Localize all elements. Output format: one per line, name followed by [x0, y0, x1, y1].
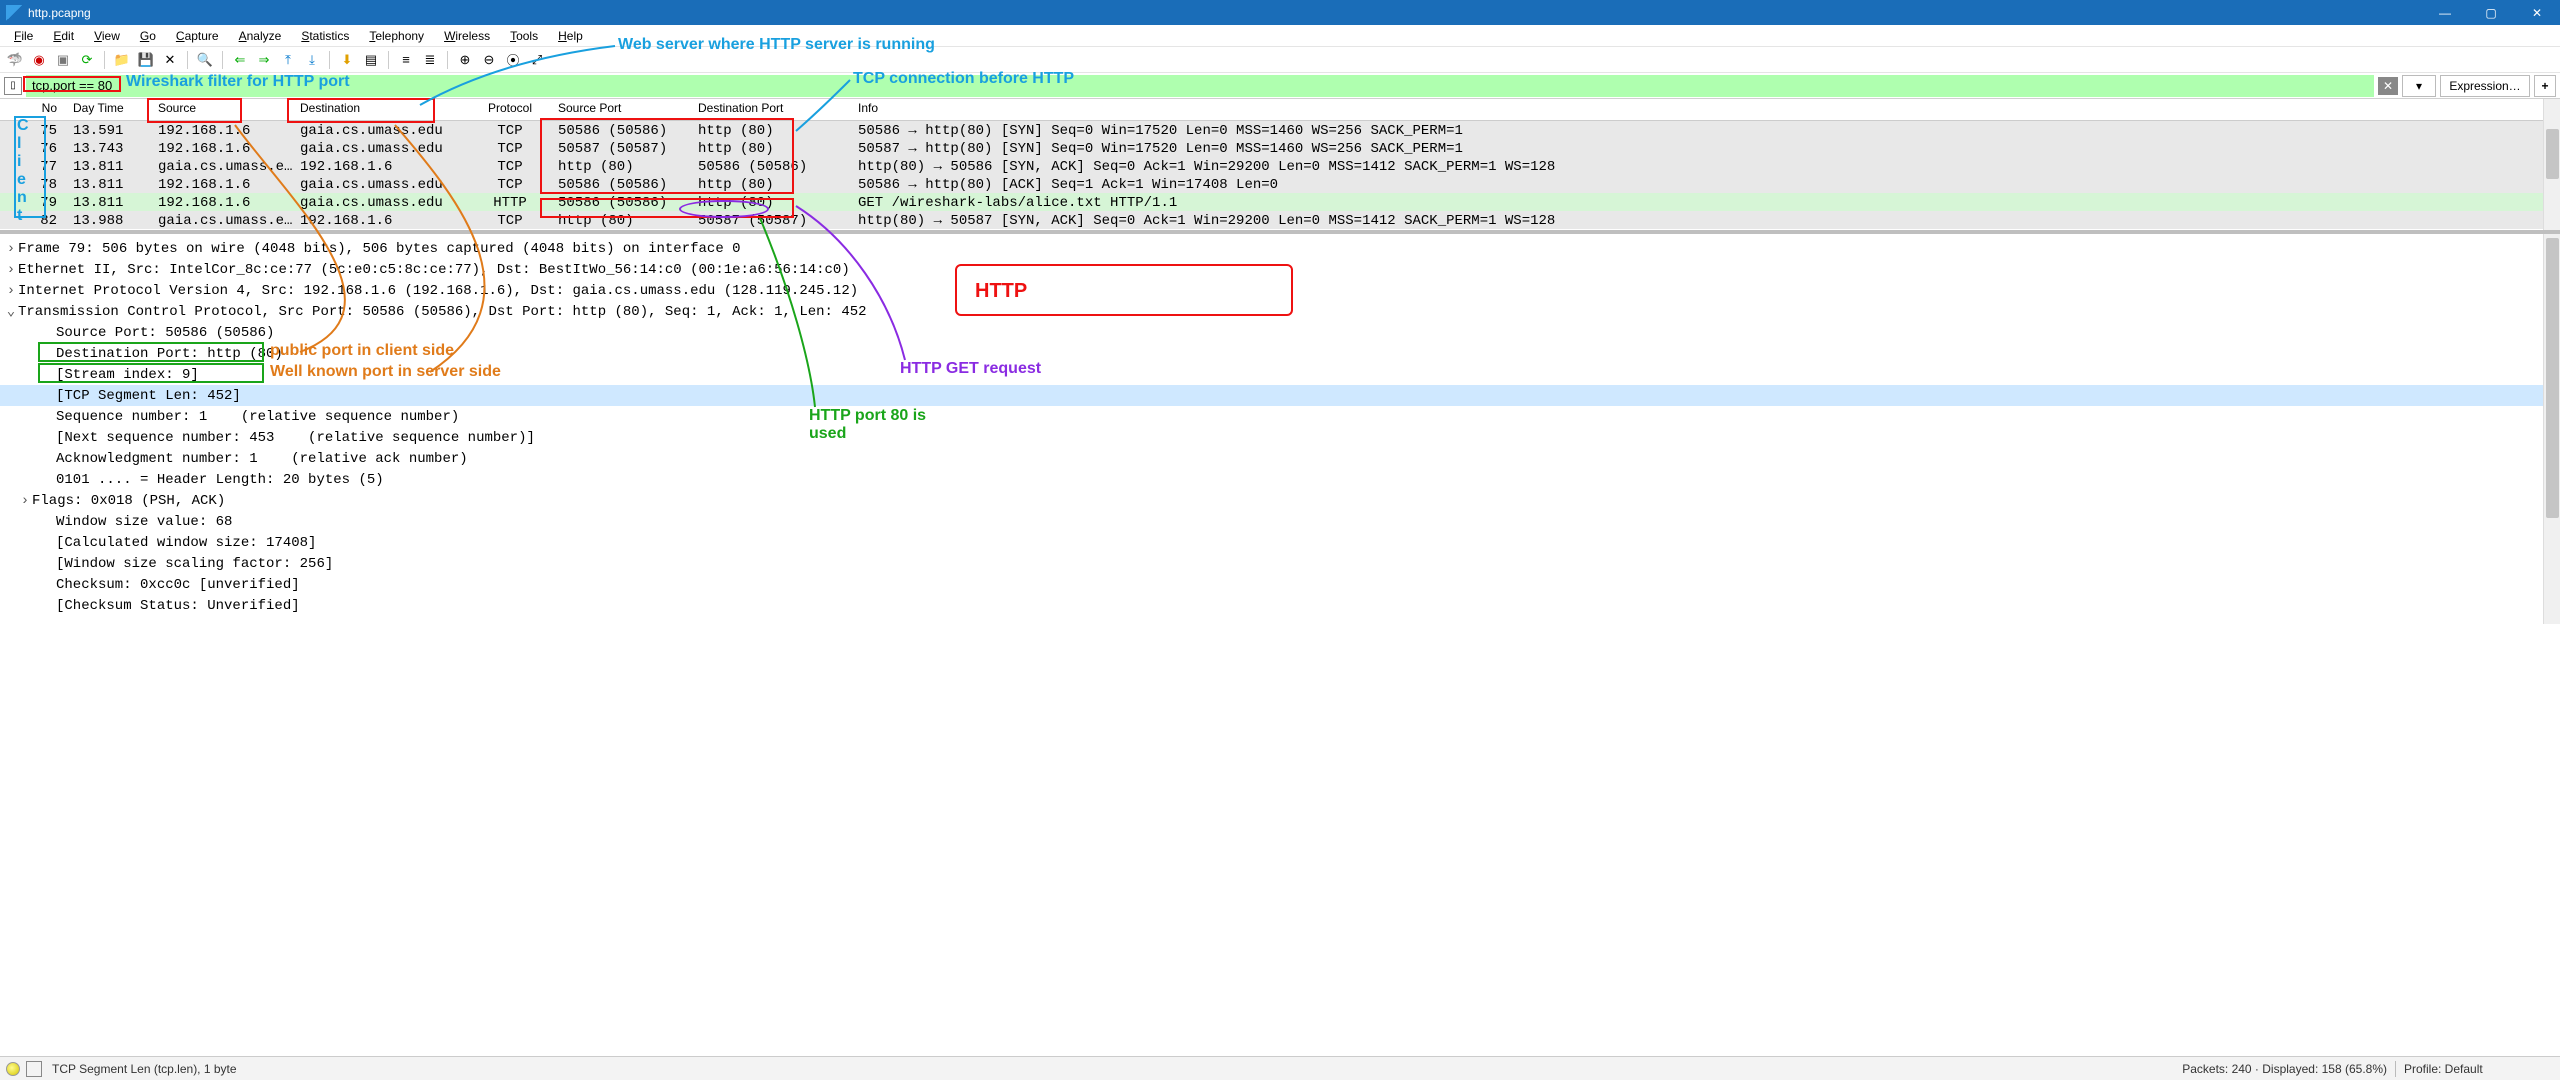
window-minimize-button[interactable]: —: [2422, 0, 2468, 25]
detail-line[interactable]: [Checksum Status: Unverified]: [0, 595, 2560, 616]
toolbar-button[interactable]: ◉: [28, 49, 50, 71]
toolbar-button[interactable]: ≡: [395, 49, 417, 71]
window-maximize-button[interactable]: ▢: [2468, 0, 2514, 25]
status-profile[interactable]: Profile: Default: [2404, 1062, 2554, 1076]
packet-row[interactable]: 7613.743192.168.1.6gaia.cs.umass.eduTCP5…: [0, 139, 2560, 157]
detail-line[interactable]: Window size value: 68: [0, 511, 2560, 532]
filter-clear-button[interactable]: ✕: [2378, 77, 2398, 95]
status-packet-count: Packets: 240 · Displayed: 158 (65.8%): [2182, 1062, 2387, 1076]
detail-line[interactable]: [TCP Segment Len: 452]: [0, 385, 2560, 406]
scrollbar[interactable]: [2543, 234, 2560, 624]
toolbar-button[interactable]: ⤒: [277, 49, 299, 71]
menu-go[interactable]: Go: [130, 29, 166, 43]
scrollbar[interactable]: [2543, 99, 2560, 230]
toolbar-button[interactable]: ⇐: [229, 49, 251, 71]
menu-analyze[interactable]: Analyze: [229, 29, 292, 43]
column-header[interactable]: Destination: [292, 99, 470, 120]
packet-row[interactable]: 7513.591192.168.1.6gaia.cs.umass.eduTCP5…: [0, 121, 2560, 139]
detail-line[interactable]: ›Frame 79: 506 bytes on wire (4048 bits)…: [0, 238, 2560, 259]
detail-line[interactable]: [Next sequence number: 453 (relative seq…: [0, 427, 2560, 448]
packet-row[interactable]: 8213.988gaia.cs.umass.e…192.168.1.6TCPht…: [0, 211, 2560, 229]
toolbar-button[interactable]: ✕: [159, 49, 181, 71]
toolbar-button[interactable]: ▣: [52, 49, 74, 71]
menu-telephony[interactable]: Telephony: [359, 29, 434, 43]
detail-line[interactable]: ›Flags: 0x018 (PSH, ACK): [0, 490, 2560, 511]
toolbar-button[interactable]: ▤: [360, 49, 382, 71]
toolbar-button[interactable]: ⊖: [478, 49, 500, 71]
packet-row[interactable]: 7913.811192.168.1.6gaia.cs.umass.eduHTTP…: [0, 193, 2560, 211]
menu-tools[interactable]: Tools: [500, 29, 548, 43]
detail-line[interactable]: [Calculated window size: 17408]: [0, 532, 2560, 553]
menu-view[interactable]: View: [84, 29, 130, 43]
toolbar-button[interactable]: ⊕: [454, 49, 476, 71]
detail-line[interactable]: [Window size scaling factor: 256]: [0, 553, 2560, 574]
app-icon: [6, 5, 22, 21]
packet-row[interactable]: 7713.811gaia.cs.umass.e…192.168.1.6TCPht…: [0, 157, 2560, 175]
filter-add-button[interactable]: +: [2534, 75, 2556, 97]
statusbar: TCP Segment Len (tcp.len), 1 byte Packet…: [0, 1056, 2560, 1080]
column-header[interactable]: Protocol: [470, 99, 550, 120]
detail-line[interactable]: Source Port: 50586 (50586): [0, 322, 2560, 343]
column-header[interactable]: Info: [850, 99, 2560, 120]
menu-capture[interactable]: Capture: [166, 29, 229, 43]
toolbar-button[interactable]: ⦿: [502, 49, 524, 71]
status-field-info: TCP Segment Len (tcp.len), 1 byte: [52, 1062, 237, 1076]
expert-info-icon[interactable]: [6, 1062, 20, 1076]
toolbar-button[interactable]: 🔍: [194, 49, 216, 71]
detail-line[interactable]: ⌄Transmission Control Protocol, Src Port…: [0, 301, 2560, 322]
column-header[interactable]: Destination Port: [690, 99, 850, 120]
detail-line[interactable]: 0101 .... = Header Length: 20 bytes (5): [0, 469, 2560, 490]
detail-line[interactable]: [Stream index: 9]: [0, 364, 2560, 385]
menu-wireless[interactable]: Wireless: [434, 29, 500, 43]
toolbar-button[interactable]: ⇒: [253, 49, 275, 71]
detail-line[interactable]: ›Internet Protocol Version 4, Src: 192.1…: [0, 280, 2560, 301]
column-header[interactable]: Source Port: [550, 99, 690, 120]
menu-statistics[interactable]: Statistics: [291, 29, 359, 43]
detail-line[interactable]: Checksum: 0xcc0c [unverified]: [0, 574, 2560, 595]
toolbar: 🦈 ◉ ▣ ⟳ 📁 💾 ✕ 🔍 ⇐ ⇒ ⤒ ⤓ ⬇ ▤ ≡ ≣ ⊕ ⊖ ⦿ ⤢: [0, 47, 2560, 73]
filter-apply-dropdown[interactable]: ▾: [2402, 75, 2436, 97]
toolbar-button[interactable]: ⟳: [76, 49, 98, 71]
detail-line[interactable]: ›Ethernet II, Src: IntelCor_8c:ce:77 (5c…: [0, 259, 2560, 280]
column-header[interactable]: Source: [150, 99, 292, 120]
window-close-button[interactable]: ✕: [2514, 0, 2560, 25]
menubar: FileEditViewGoCaptureAnalyzeStatisticsTe…: [0, 25, 2560, 47]
window-titlebar: http.pcapng — ▢ ✕: [0, 0, 2560, 25]
display-filter-row: ▯ ✕ ▾ Expression… +: [0, 73, 2560, 99]
column-header[interactable]: Day Time: [65, 99, 150, 120]
menu-edit[interactable]: Edit: [43, 29, 84, 43]
filter-bookmark-button[interactable]: ▯: [4, 77, 22, 95]
packet-list-header: No Day Time Source Destination Protocol …: [0, 99, 2560, 121]
toolbar-button[interactable]: 🦈: [4, 49, 26, 71]
toolbar-button[interactable]: 💾: [135, 49, 157, 71]
display-filter-input[interactable]: [26, 75, 2374, 97]
detail-line[interactable]: Acknowledgment number: 1 (relative ack n…: [0, 448, 2560, 469]
toolbar-button[interactable]: ⤢: [526, 49, 548, 71]
toolbar-button[interactable]: ⤓: [301, 49, 323, 71]
packet-details-pane[interactable]: ›Frame 79: 506 bytes on wire (4048 bits)…: [0, 234, 2560, 624]
packet-list-pane[interactable]: No Day Time Source Destination Protocol …: [0, 99, 2560, 234]
menu-file[interactable]: File: [4, 29, 43, 43]
filter-expression-button[interactable]: Expression…: [2440, 75, 2530, 97]
toolbar-button[interactable]: 📁: [111, 49, 133, 71]
detail-line[interactable]: Sequence number: 1 (relative sequence nu…: [0, 406, 2560, 427]
packet-row[interactable]: 7813.811192.168.1.6gaia.cs.umass.eduTCP5…: [0, 175, 2560, 193]
toolbar-button[interactable]: ≣: [419, 49, 441, 71]
column-header[interactable]: No: [0, 99, 65, 120]
toolbar-button[interactable]: ⬇: [336, 49, 358, 71]
window-title: http.pcapng: [28, 6, 91, 20]
edit-capture-comment-button[interactable]: [26, 1061, 42, 1077]
menu-help[interactable]: Help: [548, 29, 593, 43]
detail-line[interactable]: Destination Port: http (80): [0, 343, 2560, 364]
